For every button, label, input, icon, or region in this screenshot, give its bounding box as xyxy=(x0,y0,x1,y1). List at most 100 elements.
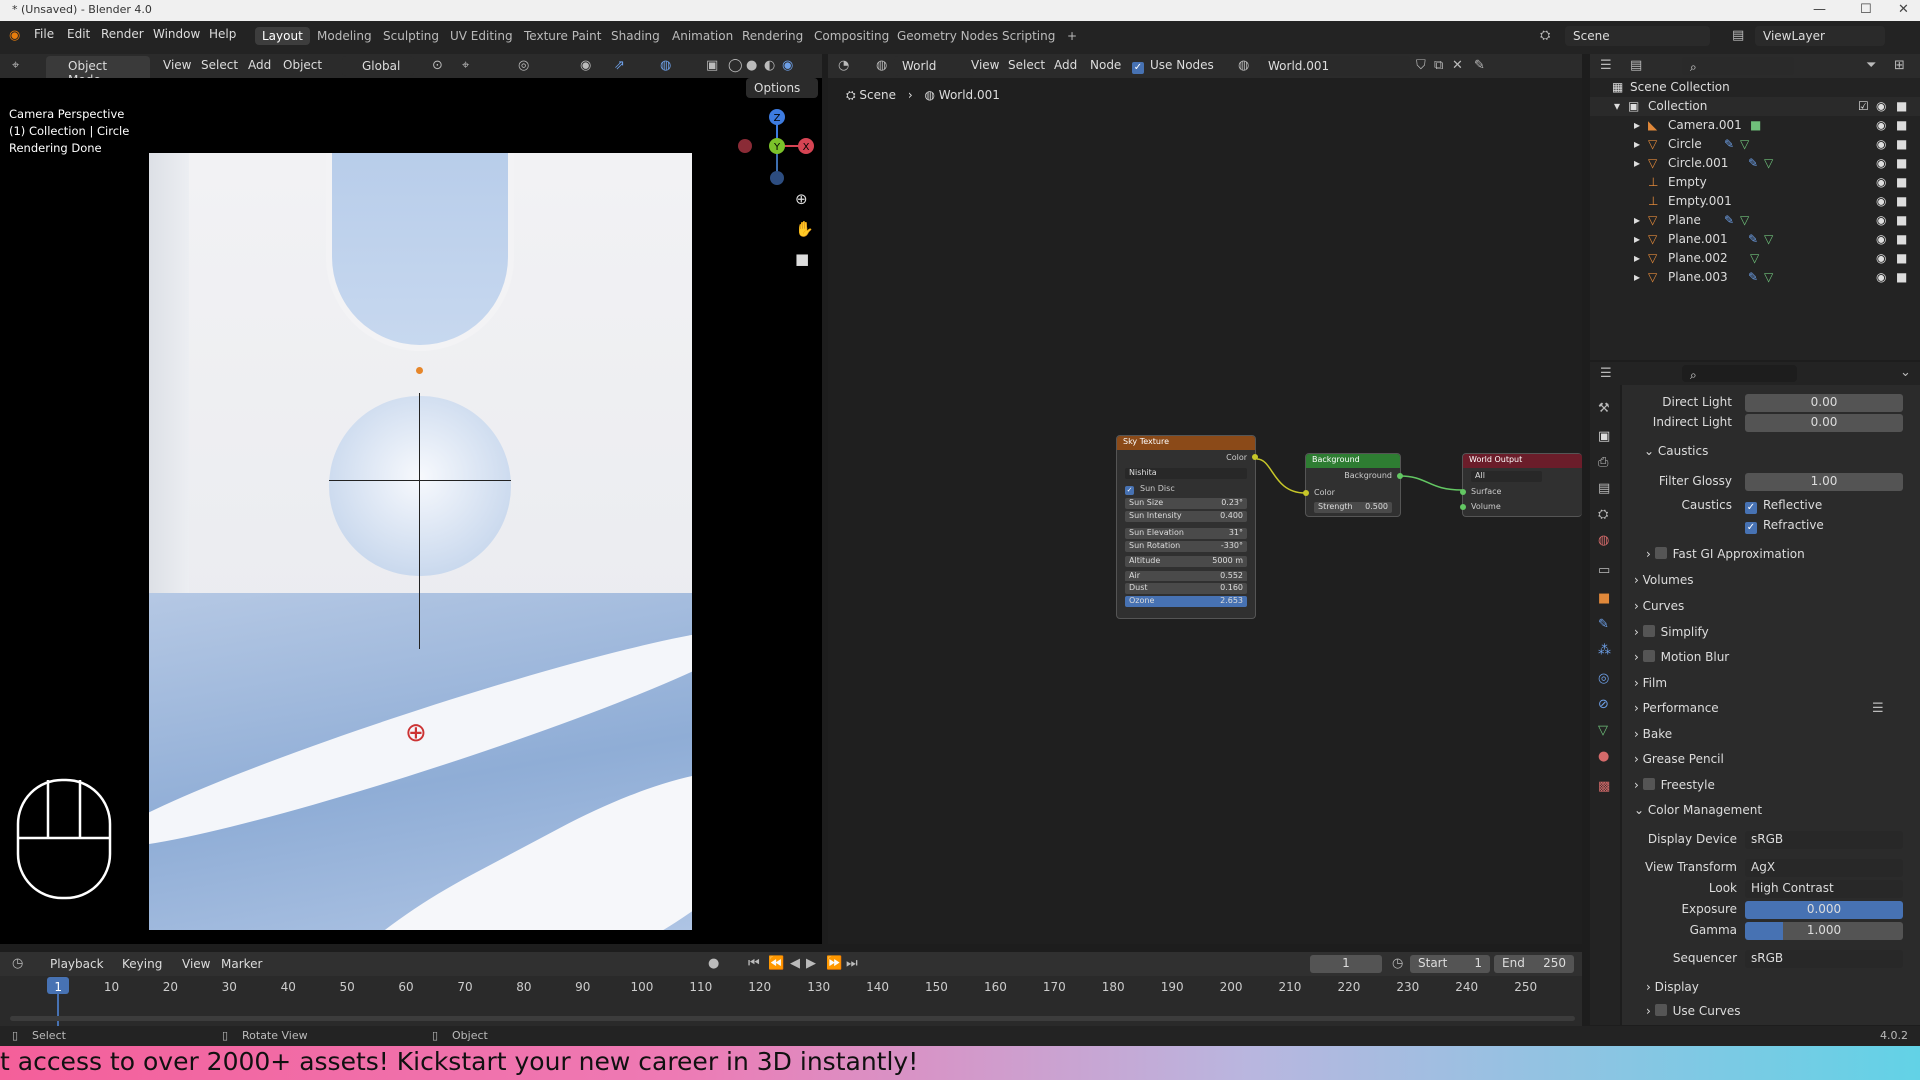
world-datablock-field[interactable]: World.001 xyxy=(1260,56,1410,76)
current-frame-field[interactable]: 1 xyxy=(1310,955,1382,973)
viewport-menu-view[interactable]: View xyxy=(163,58,191,72)
timeline-menu-playback[interactable]: Playback xyxy=(50,957,104,971)
pin-icon[interactable]: ✎ xyxy=(1474,58,1485,73)
proportional-edit-icon[interactable]: ◎ xyxy=(518,58,529,73)
sun-intensity-field[interactable]: Sun Intensity 0.400 xyxy=(1125,511,1247,522)
filter-glossy-field[interactable]: 1.00 xyxy=(1745,473,1903,491)
freestyle-panel-header[interactable]: › Freestyle xyxy=(1634,778,1715,792)
reflective-checkbox[interactable]: ✓ Reflective xyxy=(1745,498,1822,514)
expand-arrow-icon[interactable]: ▸ xyxy=(1634,156,1640,170)
film-panel-header[interactable]: › Film xyxy=(1634,676,1667,690)
timeline-scrollbar[interactable] xyxy=(10,1016,1575,1021)
physics-tab-icon[interactable]: ◎ xyxy=(1598,671,1609,686)
indirect-light-field[interactable]: 0.00 xyxy=(1745,414,1903,432)
menu-render[interactable]: Render xyxy=(101,27,144,41)
display-subpanel-header[interactable]: › Display xyxy=(1646,980,1699,994)
timeline-editor-icon[interactable]: ◷ xyxy=(12,956,23,971)
outliner-search-input[interactable]: ⌕ xyxy=(1682,57,1794,75)
sun-size-field[interactable]: Sun Size 0.23° xyxy=(1125,498,1247,509)
zoom-icon[interactable]: ⊕ xyxy=(795,190,808,208)
new-collection-icon[interactable]: ⊞ xyxy=(1894,58,1905,73)
camera-view-icon[interactable]: ■ xyxy=(795,250,809,268)
exposure-slider[interactable]: 0.000 xyxy=(1745,901,1903,919)
curves-panel-header[interactable]: › Curves xyxy=(1634,599,1684,613)
world-output-node[interactable]: World Output All Surface Volume xyxy=(1460,453,1582,517)
node-menu-select[interactable]: Select xyxy=(1008,58,1045,72)
scene-tab-icon[interactable]: ⛭ xyxy=(1598,507,1608,522)
caustics-panel-header[interactable]: ⌄ Caustics xyxy=(1644,444,1708,458)
world-tab-icon[interactable]: ◍ xyxy=(1598,533,1609,548)
tab-animation[interactable]: Animation xyxy=(665,27,740,45)
altitude-field[interactable]: Altitude 5000 m xyxy=(1125,556,1247,567)
fast-gi-panel-header[interactable]: › Fast GI Approximation xyxy=(1646,547,1805,561)
properties-panel[interactable]: Direct Light 0.00 Indirect Light 0.00 ⌄ … xyxy=(1622,385,1920,1025)
viewport-options-button[interactable]: Options xyxy=(746,78,818,98)
tab-texture-paint[interactable]: Texture Paint xyxy=(517,27,608,45)
jump-end-icon[interactable]: ⏭ xyxy=(846,956,858,971)
transform-orientation-dropdown[interactable]: Global xyxy=(342,56,414,76)
hide-eye-icon[interactable]: ◉ xyxy=(1876,99,1886,113)
material-shading-icon[interactable]: ◐ xyxy=(764,58,775,73)
properties-options-icon[interactable]: ⌄ xyxy=(1900,365,1911,380)
render-camera-icon[interactable]: ■ xyxy=(1896,232,1907,246)
tab-uv-editing[interactable]: UV Editing xyxy=(443,27,520,45)
color-management-panel-header[interactable]: ⌄ Color Management xyxy=(1634,803,1762,817)
scene-selector[interactable]: Scene xyxy=(1565,26,1710,46)
use-curves-subpanel-header[interactable]: › Use Curves xyxy=(1646,1004,1741,1018)
duplicate-world-icon[interactable]: ⧉ xyxy=(1434,58,1443,73)
menu-window[interactable]: Window xyxy=(153,27,200,41)
refractive-checkbox[interactable]: ✓ Refractive xyxy=(1745,518,1824,534)
tab-rendering[interactable]: Rendering xyxy=(735,27,810,45)
properties-search-input[interactable]: ⌕ xyxy=(1682,365,1797,382)
menu-file[interactable]: File xyxy=(34,27,54,41)
pan-hand-icon[interactable]: ✋ xyxy=(795,220,814,238)
menu-edit[interactable]: Edit xyxy=(67,27,90,41)
motion-blur-panel-header[interactable]: › Motion Blur xyxy=(1634,650,1729,664)
render-camera-icon[interactable]: ■ xyxy=(1896,137,1907,151)
outliner-item[interactable]: ▸ ▽ Plane.001 ✎ ▽ ◉ ■ xyxy=(1590,230,1920,249)
outliner-type-icon[interactable]: ☰ xyxy=(1600,58,1612,73)
sun-elevation-field[interactable]: Sun Elevation 31° xyxy=(1125,528,1247,539)
unlink-world-icon[interactable]: ✕ xyxy=(1452,58,1463,73)
texture-tab-icon[interactable]: ▩ xyxy=(1598,779,1610,794)
promo-banner[interactable]: t access to over 2000+ assets! Kickstart… xyxy=(0,1046,1920,1080)
view-transform-dropdown[interactable]: AgX xyxy=(1745,859,1903,877)
object-tab-icon[interactable]: ■ xyxy=(1598,591,1610,606)
fake-user-icon[interactable]: ⛉ xyxy=(1416,58,1426,73)
display-device-dropdown[interactable]: sRGB xyxy=(1745,831,1903,849)
render-tab-icon[interactable]: ▣ xyxy=(1598,429,1610,444)
hide-eye-icon[interactable]: ◉ xyxy=(1876,232,1886,246)
gizmo-toggle-icon[interactable]: ⇗ xyxy=(614,58,625,73)
preview-range-icon[interactable]: ◷ xyxy=(1392,956,1403,971)
outliner-item[interactable]: ▸ ▽ Plane.002 ▽ ◉ ■ xyxy=(1590,249,1920,268)
next-keyframe-icon[interactable]: ⏩ xyxy=(826,956,842,971)
simplify-panel-header[interactable]: › Simplify xyxy=(1634,625,1709,639)
gamma-slider[interactable]: 1.000 xyxy=(1745,922,1903,940)
outliner-item[interactable]: ▸ ▽ Plane ✎ ▽ ◉ ■ xyxy=(1590,211,1920,230)
outliner-item[interactable]: ⊥ Empty.001 ◉ ■ xyxy=(1590,192,1920,211)
gizmo-neg-z-axis[interactable] xyxy=(770,171,784,185)
render-camera-icon[interactable]: ■ xyxy=(1896,213,1907,227)
expand-arrow-icon[interactable]: ▸ xyxy=(1634,270,1640,284)
timeline[interactable]: ◷ Playback Keying View Marker ● ⏮ ⏪ ◀ ▶ … xyxy=(0,952,1582,1026)
outliner-item[interactable]: ▸ ▽ Circle.001 ✎ ▽ ◉ ■ xyxy=(1590,154,1920,173)
expand-arrow-icon[interactable]: ▸ xyxy=(1634,232,1640,246)
hide-eye-icon[interactable]: ◉ xyxy=(1876,156,1886,170)
view-layer-selector[interactable]: ViewLayer xyxy=(1755,26,1885,46)
hide-eye-icon[interactable]: ◉ xyxy=(1876,194,1886,208)
tab-modeling[interactable]: Modeling xyxy=(310,27,379,45)
sequencer-dropdown[interactable]: sRGB xyxy=(1745,950,1903,968)
expand-arrow-icon[interactable]: ▸ xyxy=(1634,251,1640,265)
close-button[interactable]: ✕ xyxy=(1898,2,1909,17)
tab-sculpting[interactable]: Sculpting xyxy=(376,27,446,45)
use-nodes-toggle[interactable]: ✓ Use Nodes xyxy=(1132,58,1214,74)
constraints-tab-icon[interactable]: ⊘ xyxy=(1598,697,1609,712)
tool-tab-icon[interactable]: ⚒ xyxy=(1598,401,1610,416)
display-mode-icon[interactable]: ▤ xyxy=(1630,58,1642,73)
camera-render-view[interactable]: ⊕ xyxy=(149,153,692,930)
strength-field[interactable]: Strength 0.500 xyxy=(1314,502,1392,513)
tab-geometry-nodes[interactable]: Geometry Nodes xyxy=(890,27,1005,45)
overlay-toggle-icon[interactable]: ◍ xyxy=(660,58,671,73)
look-dropdown[interactable]: High Contrast xyxy=(1745,880,1903,898)
rendered-shading-icon[interactable]: ◉ xyxy=(782,58,793,73)
